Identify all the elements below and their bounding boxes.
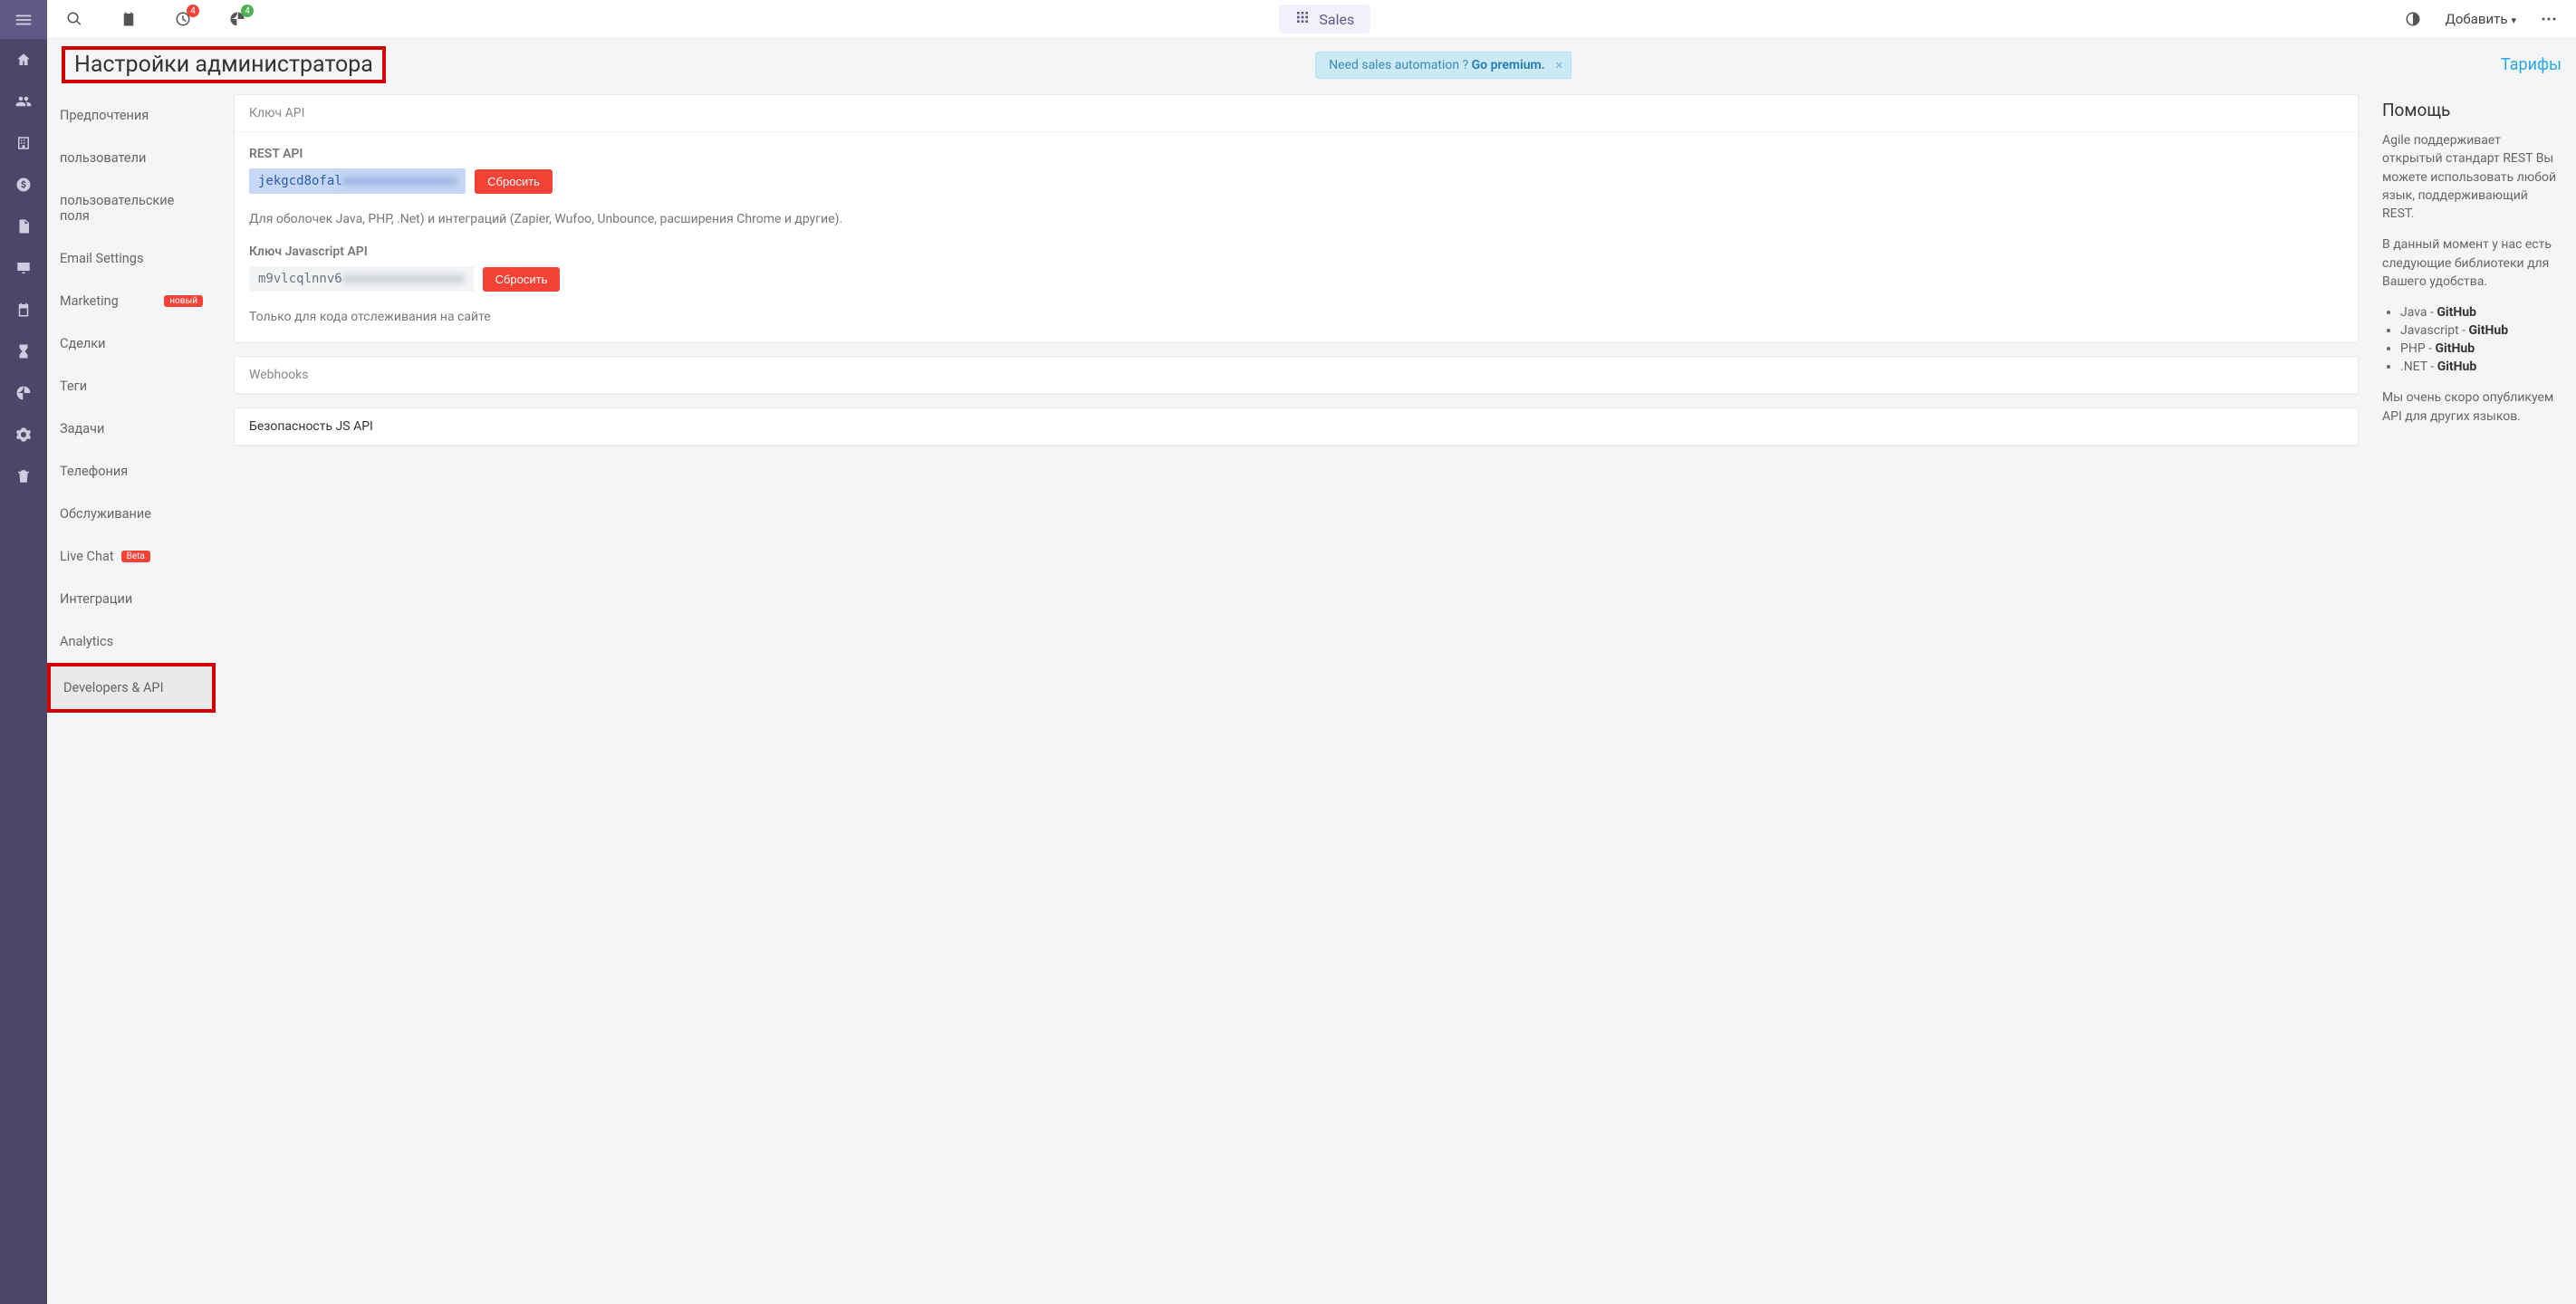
nav-label: пользовательские поля [60, 193, 203, 224]
nav-label: Интеграции [60, 591, 132, 607]
rail-money-icon[interactable] [0, 164, 47, 206]
nav-live-chat[interactable]: Live Chat Beta [47, 535, 216, 578]
nav-tags[interactable]: Теги [47, 365, 216, 408]
nav-label: Developers & API [63, 680, 164, 695]
alert-text: Need sales automation ? [1329, 58, 1472, 72]
nav-label: Задачи [60, 421, 104, 436]
rail-calendar-icon[interactable] [0, 289, 47, 331]
rail-chart-icon[interactable] [0, 372, 47, 414]
help-text: Agile поддерживает открытый стандарт RES… [2382, 131, 2562, 223]
add-dropdown[interactable]: Добавить▾ [2446, 11, 2516, 27]
nav-label: Предпочтения [60, 108, 149, 123]
nav-label: Сделки [60, 336, 105, 351]
timer-icon[interactable]: 4 [167, 3, 199, 35]
premium-alert: Need sales automation ? Go premium. × [1315, 52, 1572, 79]
rail-hourglass-icon[interactable] [0, 331, 47, 372]
nav-label: Marketing [60, 293, 119, 309]
nav-analytics[interactable]: Analytics [47, 620, 216, 663]
app-switcher-label: Sales [1319, 11, 1354, 28]
js-api-desc: Только для кода отслеживания на сайте [249, 302, 2343, 328]
nav-developers-api[interactable]: Developers & API [47, 663, 216, 713]
timer-badge: 4 [187, 5, 199, 17]
search-icon[interactable] [58, 3, 91, 35]
nav-service[interactable]: Обслуживание [47, 493, 216, 535]
nav-marketing[interactable]: Marketing новый [47, 280, 216, 322]
rail-gears-icon[interactable] [0, 414, 47, 455]
calendar-today-icon[interactable] [112, 3, 145, 35]
nav-telephony[interactable]: Телефония [47, 450, 216, 493]
nav-label: Live Chat [60, 549, 114, 564]
app-switcher[interactable]: Sales [1279, 5, 1370, 34]
go-premium-link[interactable]: Go premium. [1472, 58, 1545, 72]
chevron-down-icon: ▾ [2511, 14, 2516, 26]
settings-nav: Предпочтения пользователи пользовательск… [47, 94, 216, 713]
close-icon[interactable]: × [1555, 56, 1563, 73]
nav-label: Теги [60, 379, 87, 394]
help-lib-item: Javascript - GitHub [2400, 321, 2562, 340]
help-panel: Помощь Agile поддерживает открытый станд… [2377, 94, 2576, 713]
nav-email-settings[interactable]: Email Settings [47, 237, 216, 280]
rail-building-icon[interactable] [0, 122, 47, 164]
nav-deals[interactable]: Сделки [47, 322, 216, 365]
help-text: В данный момент у нас есть следующие биб… [2382, 235, 2562, 291]
topbar: 4 4 Sales Добавить▾ [47, 0, 2576, 39]
new-badge: новый [164, 295, 203, 307]
card-header: Webhooks [235, 357, 2358, 394]
nav-users[interactable]: пользователи [47, 137, 216, 179]
nav-tasks[interactable]: Задачи [47, 408, 216, 450]
rest-api-label: REST API [249, 147, 2343, 161]
nav-preferences[interactable]: Предпочтения [47, 94, 216, 137]
webhooks-card[interactable]: Webhooks [234, 356, 2359, 395]
reset-js-button[interactable]: Сбросить [483, 267, 561, 292]
pie-badge: 4 [241, 5, 254, 17]
rail-home-icon[interactable] [0, 39, 47, 81]
nav-label: Analytics [60, 634, 113, 649]
more-dots-icon[interactable] [2533, 3, 2565, 35]
pie-chart-icon[interactable]: 4 [221, 3, 254, 35]
rest-api-value[interactable]: jekgcd8ofalxxxxxxxxxxxxxxx [249, 168, 466, 194]
rest-api-desc: Для оболочек Java, PHP, .Net) и интеграц… [249, 205, 2343, 230]
add-label: Добавить [2446, 11, 2508, 27]
rail-trash-icon[interactable] [0, 455, 47, 497]
js-security-card[interactable]: Безопасность JS API [234, 408, 2359, 446]
help-lib-item: Java - GitHub [2400, 303, 2562, 321]
theme-toggle-icon[interactable] [2397, 3, 2429, 35]
api-key-card: Ключ API REST API jekgcd8ofalxxxxxxxxxxx… [234, 94, 2359, 343]
apps-grid-icon [1295, 10, 1310, 28]
rail-people-icon[interactable] [0, 81, 47, 122]
left-rail [0, 0, 47, 1304]
tariff-link[interactable]: Тарифы [2501, 55, 2562, 74]
card-header: Ключ API [235, 95, 2358, 132]
hamburger-icon[interactable] [0, 0, 47, 39]
center-panel: Ключ API REST API jekgcd8ofalxxxxxxxxxxx… [216, 94, 2377, 713]
rail-monitor-icon[interactable] [0, 247, 47, 289]
js-api-label: Ключ Javascript API [249, 244, 2343, 259]
page-title: Настройки администратора [74, 52, 373, 78]
nav-label: Обслуживание [60, 506, 151, 522]
nav-label: Телефония [60, 464, 128, 479]
page-header: Настройки администратора Need sales auto… [47, 39, 2576, 87]
help-text: Мы очень скоро опубликуем API для других… [2382, 388, 2562, 426]
card-header: Безопасность JS API [235, 408, 2358, 446]
nav-label: Email Settings [60, 251, 143, 266]
help-lib-item: .NET - GitHub [2400, 358, 2562, 376]
reset-rest-button[interactable]: Сбросить [475, 169, 553, 194]
rail-document-icon[interactable] [0, 206, 47, 247]
js-api-value[interactable]: m9vlcqlnnv6xxxxxxxxxxxxxxxx [249, 266, 474, 292]
nav-label: пользователи [60, 150, 146, 166]
help-title: Помощь [2382, 100, 2562, 120]
nav-integrations[interactable]: Интеграции [47, 578, 216, 620]
page-title-highlight: Настройки администратора [62, 46, 386, 83]
nav-custom-fields[interactable]: пользовательские поля [47, 179, 216, 237]
help-lib-item: PHP - GitHub [2400, 340, 2562, 358]
beta-badge: Beta [121, 551, 150, 562]
